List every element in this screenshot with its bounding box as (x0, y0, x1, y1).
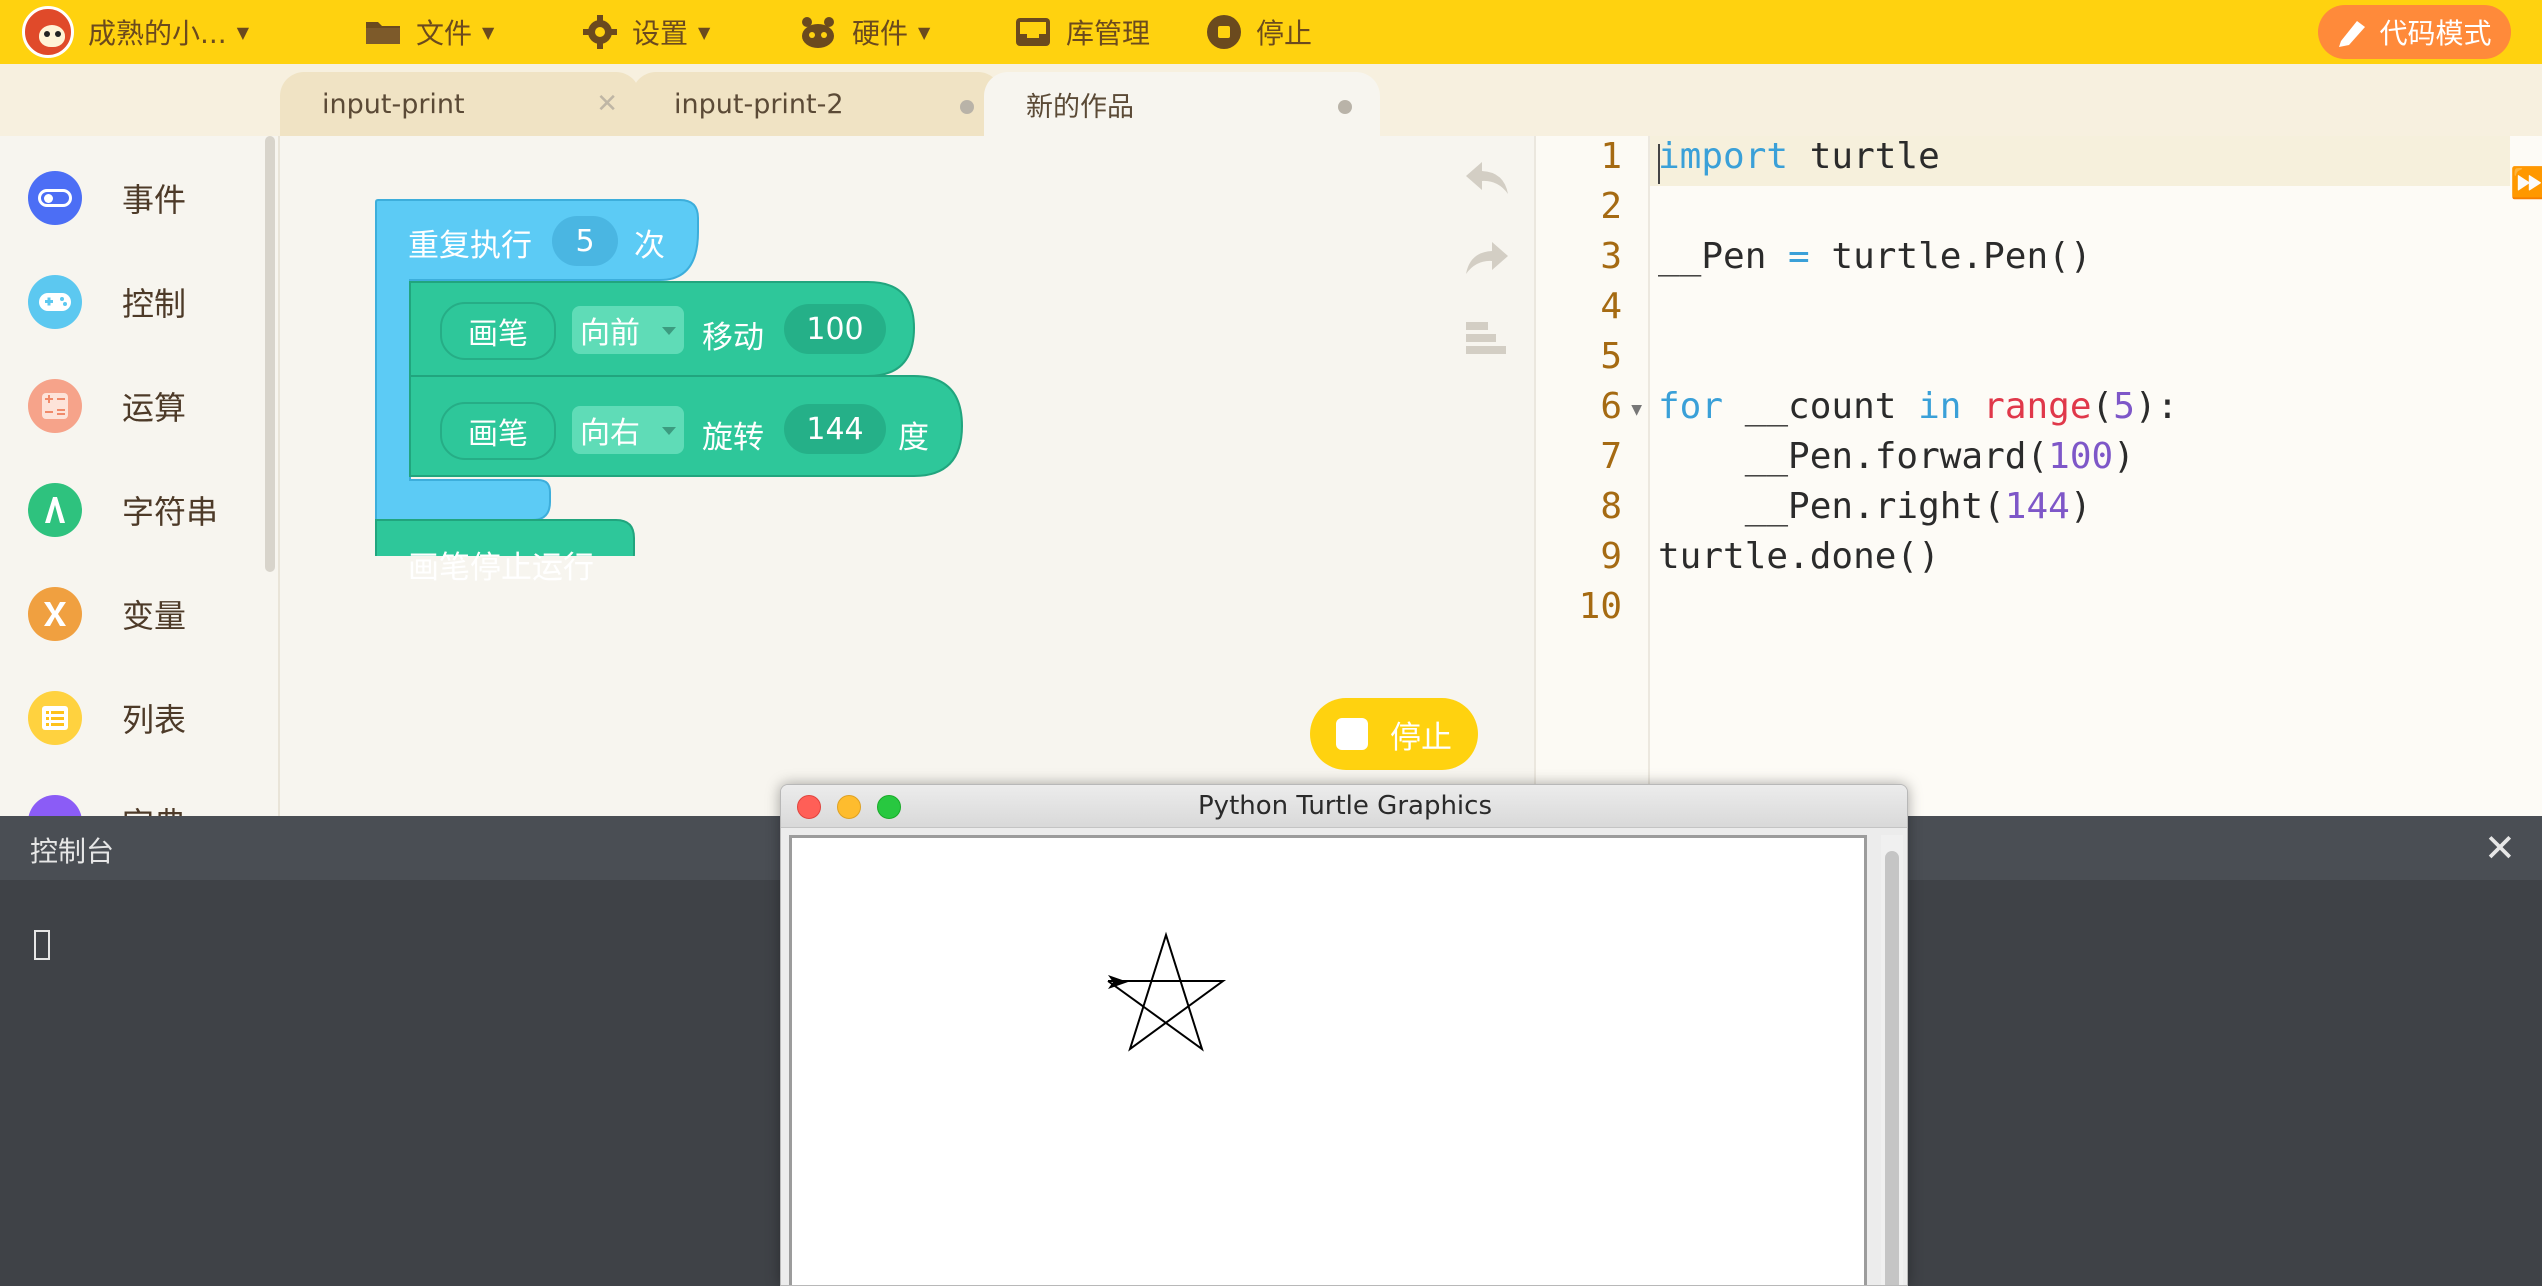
move-label: 移动 (702, 320, 764, 356)
stop-run-button[interactable]: 停止 (1310, 698, 1478, 770)
chevron-down-icon: ▼ (236, 22, 250, 42)
library-manager-button[interactable]: 库管理 (1014, 0, 1150, 64)
calculator-icon (28, 379, 82, 433)
console-title: 控制台 (30, 835, 115, 868)
repeat-label: 重复执行 (408, 228, 532, 264)
category-operators[interactable]: 运算 (28, 378, 186, 434)
project-menu[interactable]: 成熟的小... ▼ (22, 0, 249, 64)
tab-bar: input-print ✕ input-print-2 新的作品 (0, 64, 2542, 136)
code-line: turtle.done() (1658, 536, 1940, 577)
degree-label: 度 (898, 420, 929, 456)
block-workspace[interactable]: 重复执行 5 次 画笔 向前 移动 100 画笔 向右 旋转 144 度 画笔停… (280, 136, 1534, 816)
fold-arrow-icon[interactable]: ▼ (1631, 402, 1642, 418)
canvas-scrollbar[interactable] (1881, 835, 1903, 1285)
line-number: 5 (1600, 336, 1622, 377)
line-number: 10 (1578, 586, 1622, 627)
move-distance-input[interactable]: 100 (784, 304, 886, 354)
category-variables[interactable]: 变量 (28, 586, 186, 642)
code-editor[interactable]: 1 2 3 4 5 6 ▼ 7 8 9 10 import turtle __P… (1534, 136, 2542, 816)
repeat-suffix: 次 (634, 228, 665, 264)
category-lists[interactable]: 列表 (28, 690, 186, 746)
pen-stop-label: 画笔停止运行 (408, 550, 594, 586)
top-toolbar: 成熟的小... ▼ 文件 ▼ 设置 ▼ 硬件 ▼ 库管理 停止 代码模式 (0, 0, 2542, 64)
tab-input-print[interactable]: input-print ✕ (280, 72, 640, 136)
dropdown-arrow-icon (662, 427, 676, 435)
console-input-cursor[interactable] (34, 930, 50, 960)
code-line: __Pen.forward(100) (1658, 436, 2135, 477)
line-number-gutter: 1 2 3 4 5 6 ▼ 7 8 9 10 (1536, 136, 1650, 816)
turn-dropdown[interactable]: 向右 (572, 406, 684, 454)
repeat-count-input[interactable]: 5 (552, 216, 618, 266)
unsaved-dot-icon[interactable] (960, 100, 974, 114)
folder-icon (366, 22, 400, 44)
project-name: 成熟的小... (88, 17, 227, 50)
direction-dropdown[interactable]: 向前 (572, 306, 684, 354)
variable-x-icon (28, 587, 82, 641)
turn-angle-input[interactable]: 144 (784, 404, 886, 454)
turn-label: 旋转 (702, 420, 764, 456)
unsaved-dot-icon[interactable] (1338, 100, 1352, 114)
block-category-sidebar: 事件 控制 运算 字符串 变量 列表 字典 (0, 136, 280, 816)
redo-icon[interactable] (1464, 240, 1510, 276)
dropdown-arrow-icon (662, 327, 676, 335)
close-icon[interactable]: ✕ (2484, 826, 2516, 870)
line-number: 7 (1600, 436, 1622, 477)
line-number: 4 (1600, 286, 1622, 327)
sidebar-scrollbar[interactable] (265, 136, 275, 572)
gear-icon (583, 15, 617, 49)
pen-object-slot[interactable]: 画笔 (440, 402, 556, 460)
pencil-icon (2339, 21, 2366, 47)
dictionary-icon (28, 795, 82, 816)
inbox-icon (1016, 18, 1050, 46)
list-icon (28, 691, 82, 745)
file-menu[interactable]: 文件 ▼ (364, 0, 494, 64)
code-mode-button[interactable]: 代码模式 (2318, 5, 2511, 59)
stop-menu-button[interactable]: 停止 (1206, 0, 1312, 64)
category-strings[interactable]: 字符串 (28, 482, 218, 538)
category-dictionary[interactable]: 字典 (28, 794, 186, 816)
robot-icon (802, 17, 834, 48)
undo-icon[interactable] (1464, 160, 1510, 196)
category-control[interactable]: 控制 (28, 274, 186, 330)
chevron-down-icon: ▼ (698, 22, 711, 42)
category-events[interactable]: 事件 (28, 170, 186, 226)
tab-input-print-2[interactable]: input-print-2 (632, 72, 1002, 136)
string-a-icon (28, 483, 82, 537)
hardware-menu[interactable]: 硬件 ▼ (798, 0, 930, 64)
tidy-blocks-icon[interactable] (1466, 322, 1506, 356)
window-titlebar[interactable]: Python Turtle Graphics (781, 785, 1907, 828)
collapse-panel-icon[interactable]: ⏩ (2510, 166, 2542, 201)
line-number: 1 (1600, 136, 1622, 177)
gamepad-icon (28, 275, 82, 329)
stop-icon (1207, 15, 1241, 49)
line-number: 9 (1600, 536, 1622, 577)
line-number: 2 (1600, 186, 1622, 227)
line-number: 8 (1600, 486, 1622, 527)
star-drawing (1107, 931, 1227, 1052)
code-line: for __count in range(5): (1658, 386, 2179, 427)
line-number: 6 (1600, 386, 1622, 427)
close-icon[interactable]: ✕ (596, 89, 618, 119)
code-line: import turtle (1658, 136, 1940, 177)
toggle-icon (28, 171, 82, 225)
code-line: __Pen = turtle.Pen() (1658, 236, 2092, 277)
chevron-down-icon: ▼ (482, 22, 495, 42)
line-number: 3 (1600, 236, 1622, 277)
turtle-canvas[interactable] (789, 835, 1867, 1285)
avatar (22, 6, 74, 58)
chevron-down-icon: ▼ (918, 22, 931, 42)
tab-new-work[interactable]: 新的作品 (984, 72, 1380, 136)
code-line: __Pen.right(144) (1658, 486, 2092, 527)
settings-menu[interactable]: 设置 ▼ (582, 0, 710, 64)
turtle-graphics-window: Python Turtle Graphics (780, 784, 1908, 1286)
window-title: Python Turtle Graphics (1198, 791, 1492, 821)
pen-object-slot[interactable]: 画笔 (440, 302, 556, 360)
stop-square-icon (1336, 718, 1368, 750)
